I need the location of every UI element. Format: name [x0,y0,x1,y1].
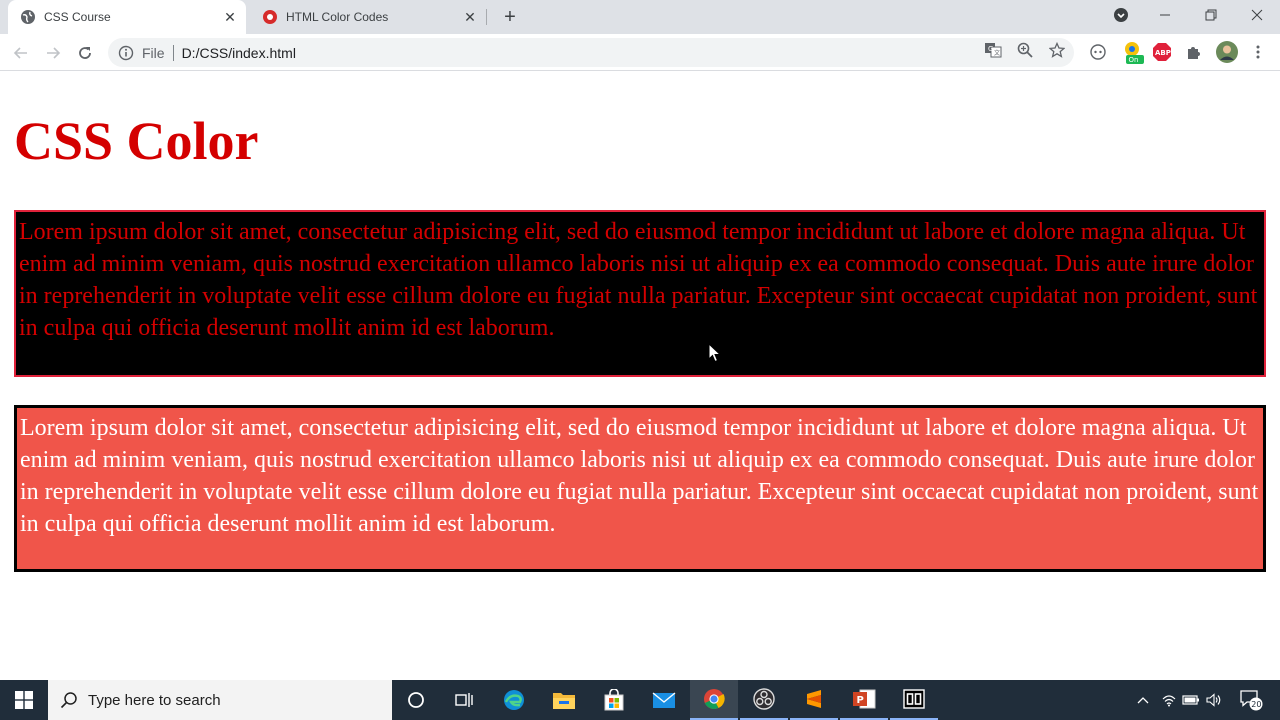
taskbar-mail[interactable] [640,680,688,720]
taskbar-search-box[interactable]: Type here to search [48,680,392,720]
tab-search-icon [1114,8,1128,22]
svg-text:G: G [988,45,993,53]
back-button[interactable] [8,40,34,66]
start-button[interactable] [0,680,48,720]
powerpoint-icon: P [853,689,876,709]
store-bag-icon [604,689,624,711]
cortana-button[interactable] [392,680,440,720]
paragraph-dark: Lorem ipsum dolor sit amet, consectetur … [14,210,1266,377]
color-codes-favicon-icon [262,9,278,25]
tab-title: HTML Color Codes [286,10,389,24]
scheme-label: File [142,44,165,61]
tab-separator [486,9,487,25]
restore-icon [1205,9,1217,21]
reload-button[interactable] [72,40,98,66]
action-center-button[interactable]: 20 [1236,680,1266,720]
battery-button[interactable] [1180,680,1202,720]
globe-icon [20,9,36,25]
media-app-icon [903,689,925,709]
mouse-cursor-icon [708,343,722,363]
network-button[interactable] [1158,680,1180,720]
close-tab-icon[interactable]: ✕ [220,7,240,27]
edge-icon [504,690,524,710]
tab-search-button[interactable] [1098,0,1144,30]
svg-text:P: P [857,695,864,706]
folder-icon [553,693,575,709]
taskbar-file-explorer[interactable] [540,680,588,720]
taskbar-powerpoint[interactable]: P [840,680,888,720]
svg-text:文: 文 [994,49,1000,57]
windows-taskbar: Type here to search P 20 [0,680,1280,720]
search-placeholder: Type here to search [88,691,221,709]
forward-button[interactable] [40,40,66,66]
show-hidden-icons-button[interactable] [1132,680,1154,720]
reload-icon [79,47,91,59]
search-icon [60,691,78,709]
battery-icon [1182,695,1199,705]
task-view-icon [455,693,473,707]
address-divider [172,44,174,61]
task-view-button[interactable] [440,680,488,720]
windows-logo-icon [15,691,33,709]
taskbar-store[interactable] [590,680,638,720]
page-heading: CSS Color [14,111,259,171]
close-icon [1251,9,1263,21]
notifications-icon: 20 [1240,690,1263,711]
mail-icon [652,692,676,708]
extensions-puzzle-icon[interactable] [1184,42,1204,62]
restore-button[interactable] [1188,0,1234,30]
obs-icon [753,688,775,710]
minimize-icon [1160,14,1170,16]
chrome-icon [704,689,725,709]
taskbar-obs[interactable] [740,680,788,720]
taskbar-sublime-text[interactable] [790,680,838,720]
browser-menu-icon[interactable] [1248,42,1268,62]
extension-toggle-icon[interactable]: On [1122,40,1146,64]
address-bar[interactable]: File D:/CSS/index.html [108,38,1074,67]
page-content: CSS Color Lorem ipsum dolor sit amet, co… [0,72,1280,680]
profile-avatar[interactable] [1216,41,1238,63]
cortana-icon [408,692,424,708]
notification-count: 20 [1251,700,1261,709]
translate-icon[interactable]: G文 [983,40,1003,60]
adblock-plus-icon[interactable]: ABP [1152,42,1172,62]
star-bookmark-icon[interactable] [1047,40,1067,60]
tab-css-course[interactable]: CSS Course ✕ [8,0,246,34]
zoom-icon[interactable] [1015,40,1035,60]
adblock-plus-label: ABP [1155,49,1171,57]
extension-sync-icon[interactable] [1088,42,1108,62]
minimize-button[interactable] [1142,0,1188,30]
speaker-icon [1206,693,1221,707]
sublime-text-icon [807,690,821,708]
close-tab-icon[interactable]: ✕ [460,7,480,27]
new-tab-button[interactable]: + [498,5,522,29]
chevron-up-icon [1137,697,1149,704]
browser-toolbar: File D:/CSS/index.html G文 On ABP [0,34,1280,71]
paragraph-coral: Lorem ipsum dolor sit amet, consectetur … [14,405,1266,572]
taskbar-chrome[interactable] [690,680,738,720]
tab-html-color-codes[interactable]: HTML Color Codes ✕ [250,0,486,34]
close-window-button[interactable] [1234,0,1280,30]
wifi-icon [1162,695,1176,707]
url-text[interactable]: D:/CSS/index.html [182,45,296,61]
volume-button[interactable] [1203,680,1225,720]
arrow-left-icon [13,47,27,59]
arrow-right-icon [47,47,61,59]
taskbar-media-app[interactable] [890,680,938,720]
info-icon[interactable] [118,45,134,61]
extension-toggle-badge: On [1129,56,1139,64]
tab-title: CSS Course [44,10,111,24]
avatar-icon [1216,41,1238,63]
tab-strip: CSS Course ✕ HTML Color Codes ✕ + [0,0,1280,34]
taskbar-edge[interactable] [490,680,538,720]
